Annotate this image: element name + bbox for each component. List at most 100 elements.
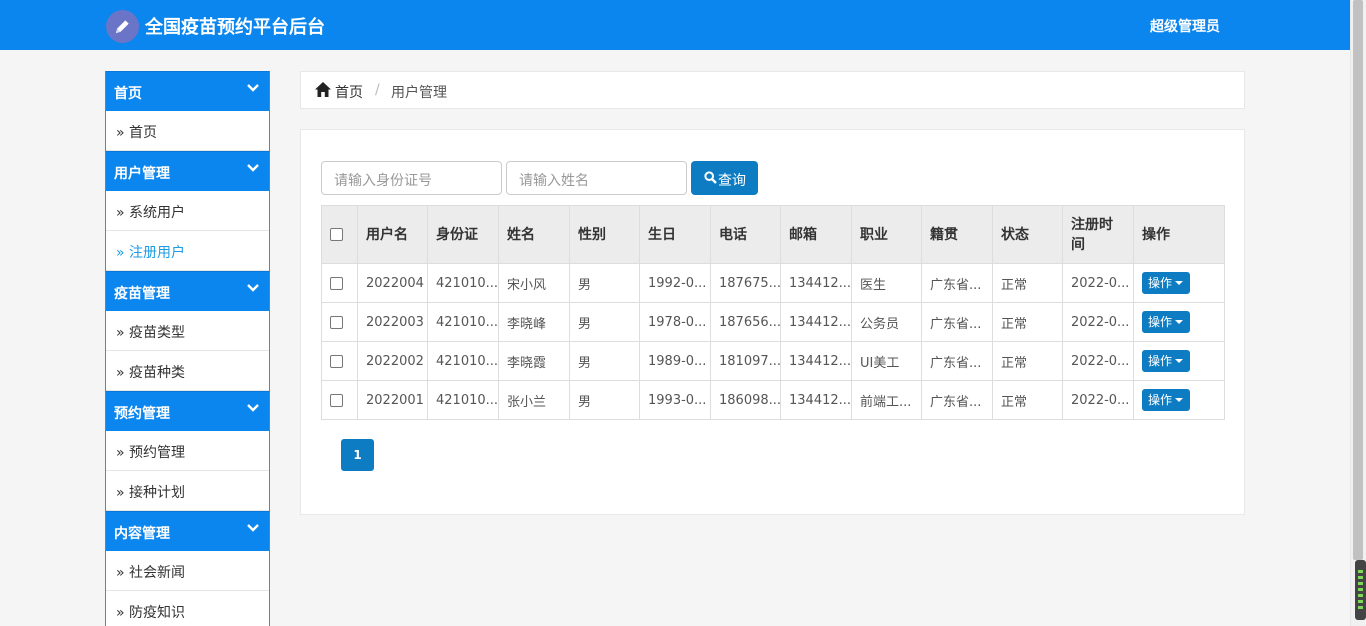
scrollbar-thumb[interactable] [1353,0,1363,560]
user-menu[interactable]: 超级管理员 [1150,16,1220,36]
name-search-input[interactable]: 请输入姓名 [506,161,687,195]
sidebar-item-vaccine-kinds[interactable]: » 疫苗种类 [106,351,269,391]
chevron-down-icon [247,524,259,532]
cell-email: 134412... [780,341,852,381]
search-icon [704,171,717,184]
cell-status: 正常 [992,302,1063,342]
sidebar-item-vaccination-plan[interactable]: » 接种计划 [106,471,269,511]
row-checkbox[interactable] [330,315,343,329]
sidebar-item-social-news[interactable]: » 社会新闻 [106,551,269,591]
content-panel: 请输入身份证号 请输入姓名 查询 用户名 身份证 姓名 性别 生日 电话 邮箱 … [300,129,1245,515]
pencil-icon [115,20,129,34]
sidebar-group-label: 用户管理 [114,166,170,182]
sidebar-item-appointment-mgmt[interactable]: » 预约管理 [106,431,269,471]
cell-status: 正常 [992,341,1063,381]
row-checkbox[interactable] [330,276,343,290]
pagination-page-1[interactable]: 1 [341,439,374,471]
caret-down-icon [1175,398,1183,402]
sidebar: 首页 » 首页 用户管理 » 系统用户 » 注册用户 疫苗管理 » 疫苗类型 »… [105,71,270,626]
cell-status: 正常 [992,263,1063,303]
column-header-actions: 操作 [1133,205,1225,264]
cell-register-time: 2022-0... [1062,302,1134,342]
sidebar-group-users[interactable]: 用户管理 [106,151,269,191]
sidebar-item-label: 防疫知识 [129,605,186,621]
actions-dropdown-button[interactable]: 操作 [1142,389,1190,411]
row-select-cell [321,380,358,420]
row-checkbox[interactable] [330,393,343,407]
caret-down-icon [1175,359,1183,363]
users-table: 用户名 身份证 姓名 性别 生日 电话 邮箱 职业 籍贯 状态 注册时间 操作 … [321,205,1225,420]
cell-name: 李晓霞 [498,341,570,381]
cell-phone: 181097... [710,341,781,381]
sidebar-item-prevention-knowledge[interactable]: » 防疫知识 [106,591,269,626]
sidebar-group-label: 内容管理 [114,526,170,542]
cell-gender: 男 [569,380,640,420]
actions-dropdown-button[interactable]: 操作 [1142,350,1190,372]
cell-username: 2022004 [357,263,428,303]
sidebar-group-label: 首页 [114,86,142,102]
sidebar-item-home[interactable]: » 首页 [106,111,269,151]
select-all-cell [321,205,358,264]
row-select-cell [321,302,358,342]
column-header-name: 姓名 [498,205,570,264]
cell-actions: 操作 [1133,302,1225,342]
cell-gender: 男 [569,302,640,342]
sidebar-item-label: 预约管理 [129,445,186,461]
actions-dropdown-button[interactable]: 操作 [1142,272,1190,294]
sidebar-item-registered-users[interactable]: » 注册用户 [106,231,269,271]
sidebar-group-home[interactable]: 首页 [106,71,269,111]
column-header-hometown: 籍贯 [921,205,993,264]
cell-username: 2022001 [357,380,428,420]
home-icon [315,82,331,97]
cell-hometown: 广东省... [921,341,993,381]
select-all-checkbox[interactable] [330,228,343,241]
cell-register-time: 2022-0... [1062,263,1134,303]
cell-occupation: 前端工... [851,380,922,420]
column-header-status: 状态 [992,205,1063,264]
row-checkbox[interactable] [330,354,343,368]
column-header-email: 邮箱 [780,205,852,264]
sidebar-group-appointments[interactable]: 预约管理 [106,391,269,431]
cell-phone: 187656... [710,302,781,342]
cell-gender: 男 [569,341,640,381]
cell-register-time: 2022-0... [1062,341,1134,381]
sidebar-item-label: 疫苗类型 [129,325,186,341]
sidebar-group-vaccines[interactable]: 疫苗管理 [106,271,269,311]
cell-email: 134412... [780,380,852,420]
breadcrumb: 首页 / 用户管理 [300,71,1245,109]
cell-id-card: 421010... [427,341,499,381]
cell-birthday: 1992-0... [639,263,711,303]
breadcrumb-separator: / [375,82,380,98]
cell-email: 134412... [780,263,852,303]
cell-hometown: 广东省... [921,302,993,342]
table-row: 2022003 421010... 李晓峰 男 1978-0... 187656… [321,302,1225,342]
actions-button-label: 操作 [1148,393,1173,407]
cell-occupation: 医生 [851,263,922,303]
sidebar-item-label: 社会新闻 [129,565,186,581]
sidebar-group-content[interactable]: 内容管理 [106,511,269,551]
actions-dropdown-button[interactable]: 操作 [1142,311,1190,333]
top-navbar: 全国疫苗预约平台后台 超级管理员 [0,0,1350,50]
sidebar-item-label: 接种计划 [129,485,186,501]
sidebar-item-system-users[interactable]: » 系统用户 [106,191,269,231]
cell-hometown: 广东省... [921,380,993,420]
sidebar-item-vaccine-types[interactable]: » 疫苗类型 [106,311,269,351]
cell-name: 张小兰 [498,380,570,420]
column-header-gender: 性别 [569,205,640,264]
cell-username: 2022002 [357,341,428,381]
column-header-id-card: 身份证 [427,205,499,264]
sidebar-group-label: 疫苗管理 [114,286,170,302]
breadcrumb-home-link[interactable]: 首页 [335,82,363,102]
search-button[interactable]: 查询 [691,161,758,195]
table-row: 2022002 421010... 李晓霞 男 1989-0... 181097… [321,341,1225,381]
cell-actions: 操作 [1133,263,1225,303]
app-title: 全国疫苗预约平台后台 [145,17,325,38]
cell-actions: 操作 [1133,341,1225,381]
cell-status: 正常 [992,380,1063,420]
row-select-cell [321,263,358,303]
cell-name: 李晓峰 [498,302,570,342]
table-header-row: 用户名 身份证 姓名 性别 生日 电话 邮箱 职业 籍贯 状态 注册时间 操作 [321,205,1225,264]
id-number-search-input[interactable]: 请输入身份证号 [321,161,502,195]
scroll-widget [1355,560,1366,620]
actions-button-label: 操作 [1148,315,1173,329]
